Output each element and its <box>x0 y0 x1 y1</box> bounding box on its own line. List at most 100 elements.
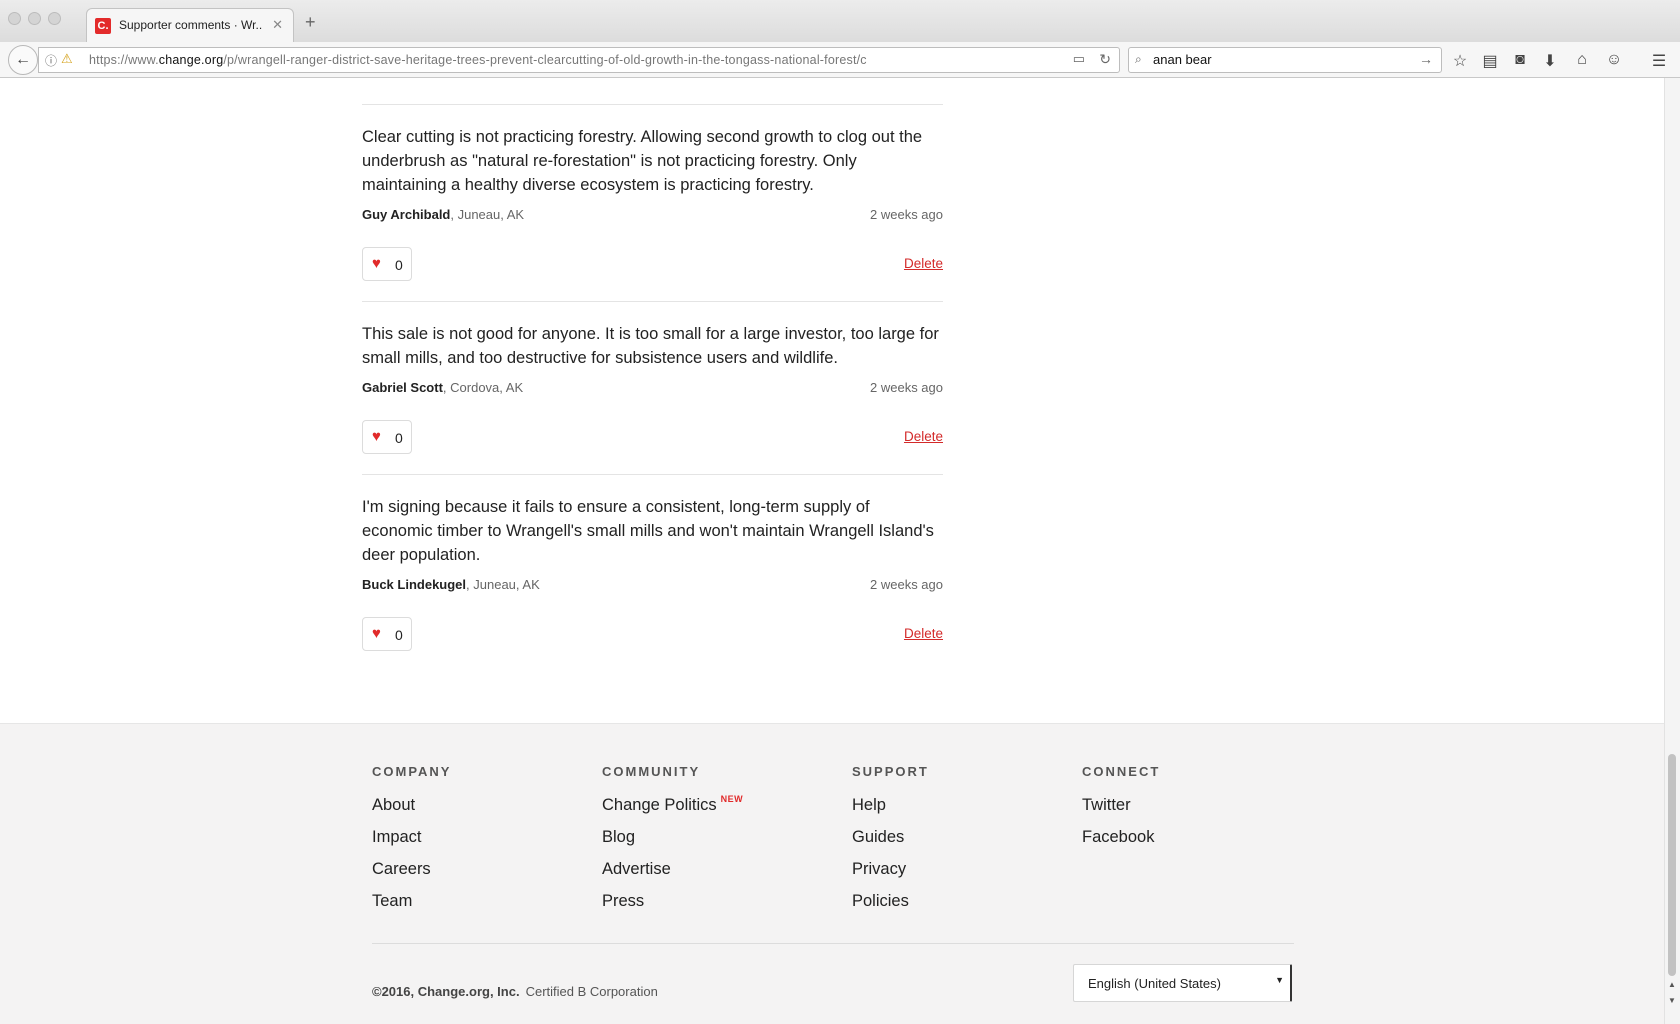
comment-item: This sale is not good for anyone. It is … <box>362 322 943 454</box>
comment-location: , Cordova, AK <box>442 380 524 395</box>
comment-divider <box>362 301 943 302</box>
menu-icon[interactable]: ☰ <box>1650 51 1668 71</box>
footer-link-advertise[interactable]: Advertise <box>602 858 743 890</box>
comment-author: Gabriel Scott <box>362 380 443 395</box>
page-content: Clear cutting is not practicing forestry… <box>0 78 1664 1024</box>
search-icon: ⌕ <box>1135 52 1142 66</box>
footer-column-community: COMMUNITY Change Politics NEW Blog Advert… <box>602 764 743 922</box>
certified-b-corp: Certified B Corporation <box>525 984 658 999</box>
comment-location: , Juneau, AK <box>450 207 525 222</box>
page-scrollbar[interactable]: ▲ ▼ <box>1664 78 1680 1024</box>
comments-list: Clear cutting is not practicing forestry… <box>362 78 943 651</box>
comment-time: 2 weeks ago <box>870 380 943 395</box>
footer-link-careers[interactable]: Careers <box>372 858 451 890</box>
footer-link-team[interactable]: Team <box>372 890 451 922</box>
comment-author: Guy Archibald <box>362 207 451 222</box>
scroll-up-icon[interactable]: ▲ <box>1668 980 1676 989</box>
warning-lock-icon[interactable]: ⚠ <box>61 51 73 67</box>
browser-navbar: ← ⓘ ⚠ https://www.change.org/p/wrangell-… <box>0 42 1680 78</box>
browser-tab[interactable]: C. Supporter comments · Wr... ✕ <box>86 8 294 42</box>
copyright: ©2016, Change.org, Inc. Certified B Corpo… <box>372 984 658 999</box>
footer-link-guides[interactable]: Guides <box>852 826 929 858</box>
url-bar[interactable]: ⓘ ⚠ https://www.change.org/p/wrangell-ra… <box>38 47 1120 73</box>
footer-link-change-politics[interactable]: Change Politics NEW <box>602 794 743 826</box>
home-icon[interactable]: ⌂ <box>1573 51 1591 69</box>
like-button[interactable]: ♥ 0 <box>362 617 412 651</box>
language-value: English (United States) <box>1088 976 1221 991</box>
delete-link[interactable]: Delete <box>904 429 943 444</box>
comment-time: 2 weeks ago <box>870 207 943 222</box>
comment-item: I'm signing because it fails to ensure a… <box>362 495 943 651</box>
search-input[interactable] <box>1153 52 1403 67</box>
comment-body: Clear cutting is not practicing forestry… <box>362 128 923 194</box>
back-arrow-icon[interactable]: ← <box>8 45 38 75</box>
comment-meta: Gabriel Scott, Cordova, AK 2 weeks ago <box>362 380 943 398</box>
footer-link-impact[interactable]: Impact <box>372 826 451 858</box>
footer-link-help[interactable]: Help <box>852 794 929 826</box>
footer-link-press[interactable]: Press <box>602 890 743 922</box>
url-text[interactable]: https://www.change.org/p/wrangell-ranger… <box>89 53 867 67</box>
library-icon[interactable]: ▤ <box>1481 51 1499 71</box>
chevron-down-icon: ▼ <box>1275 975 1284 985</box>
delete-link[interactable]: Delete <box>904 256 943 271</box>
window-minimize-button[interactable] <box>28 12 41 25</box>
heart-icon: ♥ <box>372 428 381 445</box>
comment-meta: Buck Lindekugel, Juneau, AK 2 weeks ago <box>362 577 943 595</box>
new-tab-icon[interactable]: + <box>305 12 316 33</box>
language-select[interactable]: English (United States) ▼ <box>1073 964 1292 1002</box>
footer-heading-connect: CONNECT <box>1082 764 1161 779</box>
window-close-button[interactable] <box>8 12 21 25</box>
browser-titlebar: C. Supporter comments · Wr... ✕ + <box>0 0 1680 42</box>
footer-link-policies[interactable]: Policies <box>852 890 929 922</box>
chat-icon[interactable]: ☺ <box>1605 51 1623 69</box>
footer-heading-support: SUPPORT <box>852 764 929 779</box>
footer-divider <box>372 943 1294 944</box>
like-count: 0 <box>395 430 403 446</box>
scroll-down-icon[interactable]: ▼ <box>1668 996 1676 1005</box>
comment-divider <box>362 474 943 475</box>
comment-body: This sale is not good for anyone. It is … <box>362 325 939 367</box>
footer-heading-company: COMPANY <box>372 764 452 779</box>
reader-view-icon[interactable]: ▭ <box>1073 51 1085 67</box>
scrollbar-thumb[interactable] <box>1668 754 1676 976</box>
like-button[interactable]: ♥ 0 <box>362 420 412 454</box>
download-icon[interactable]: ⬇ <box>1541 51 1559 71</box>
footer-column-support: SUPPORT Help Guides Privacy Policies <box>852 764 929 922</box>
footer-link-facebook[interactable]: Facebook <box>1082 826 1160 858</box>
comment-item: Clear cutting is not practicing forestry… <box>362 125 943 281</box>
footer-link-blog[interactable]: Blog <box>602 826 743 858</box>
like-button[interactable]: ♥ 0 <box>362 247 412 281</box>
change-politics-label: Change Politics <box>602 796 717 814</box>
info-icon[interactable]: ⓘ <box>45 52 57 69</box>
heart-icon: ♥ <box>372 255 381 272</box>
footer-link-twitter[interactable]: Twitter <box>1082 794 1160 826</box>
url-domain: change.org <box>158 53 224 67</box>
footer-column-company: COMPANY About Impact Careers Team <box>372 764 451 922</box>
like-count: 0 <box>395 257 403 273</box>
footer-column-connect: CONNECT Twitter Facebook <box>1082 764 1160 858</box>
like-count: 0 <box>395 627 403 643</box>
footer-link-privacy[interactable]: Privacy <box>852 858 929 890</box>
copyright-text: ©2016, Change.org, Inc. <box>372 984 520 999</box>
comment-divider <box>362 104 943 105</box>
url-prefix: https://www. <box>89 53 159 67</box>
go-arrow-icon[interactable]: → <box>1419 51 1433 67</box>
change-org-favicon: C. <box>95 18 111 34</box>
comment-meta: Guy Archibald, Juneau, AK 2 weeks ago <box>362 207 943 225</box>
comment-actions: ♥ 0 Delete <box>362 420 943 454</box>
comment-actions: ♥ 0 Delete <box>362 247 943 281</box>
tab-title: Supporter comments · Wr... <box>119 18 263 32</box>
comment-author: Buck Lindekugel <box>362 577 467 592</box>
tab-close-icon[interactable]: ✕ <box>272 17 283 33</box>
delete-link[interactable]: Delete <box>904 626 943 641</box>
comment-time: 2 weeks ago <box>870 577 943 592</box>
reload-icon[interactable]: ↻ <box>1099 51 1111 68</box>
pocket-icon[interactable]: ◙ <box>1511 51 1529 69</box>
search-bar[interactable]: ⌕ → <box>1128 47 1442 73</box>
bookmark-star-icon[interactable]: ☆ <box>1451 51 1469 71</box>
url-path: /p/wrangell-ranger-district-save-heritag… <box>223 53 867 67</box>
window-zoom-button[interactable] <box>48 12 61 25</box>
new-badge: NEW <box>720 794 744 804</box>
comment-location: , Juneau, AK <box>466 577 540 592</box>
footer-link-about[interactable]: About <box>372 794 451 826</box>
